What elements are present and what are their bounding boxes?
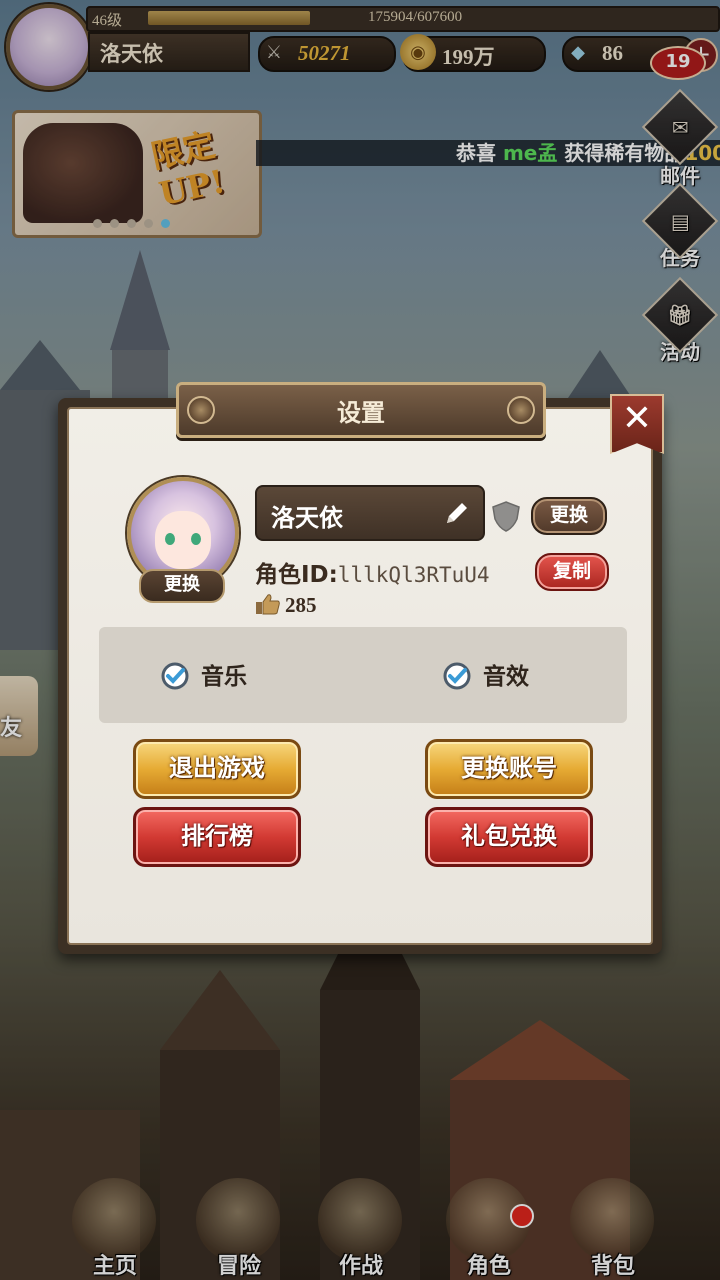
avatar-eye [191,533,201,545]
music-toggle[interactable]: 音乐 [161,657,247,691]
role-id-row: 角色ID:lllkQl3RTuU4 [255,555,490,589]
checkbox-checked-icon [161,662,189,690]
settings-panel: 更换 洛天依 更换 角色ID:lllkQl3RTuU4 复制 285 音乐 音效… [67,407,653,945]
sfx-label: 音效 [483,664,529,690]
player-name-value: 洛天依 [271,504,343,532]
dialog-title-plate: 设置 [176,382,546,438]
thumbs-up-icon [256,594,280,615]
exit-game-button[interactable]: 退出游戏 [133,739,301,799]
pencil-icon[interactable] [443,499,471,527]
player-name-field[interactable]: 洛天依 [255,485,485,541]
shield-icon [492,501,520,532]
avatar-face [155,511,211,569]
settings-dialog: 更换 洛天依 更换 角色ID:lllkQl3RTuU4 复制 285 音乐 音效… [58,382,664,954]
dialog-title: 设置 [337,399,385,427]
change-avatar-button[interactable]: 更换 [139,569,225,603]
likes-row: 285 [255,593,317,618]
likes-count: 285 [285,593,317,617]
checkbox-checked-icon [443,662,471,690]
switch-account-button[interactable]: 更换账号 [425,739,593,799]
copy-id-button[interactable]: 复制 [535,553,609,591]
sound-options: 音乐 音效 [99,627,627,723]
gift-redeem-button[interactable]: 礼包兑换 [425,807,593,867]
sfx-toggle[interactable]: 音效 [443,657,529,691]
leaderboard-button[interactable]: 排行榜 [133,807,301,867]
role-id-label: 角色ID: [255,562,338,588]
change-title-button[interactable]: 更换 [531,497,607,535]
avatar-eye [165,533,175,545]
role-id-value: lllkQl3RTuU4 [337,563,490,587]
music-label: 音乐 [201,664,247,690]
